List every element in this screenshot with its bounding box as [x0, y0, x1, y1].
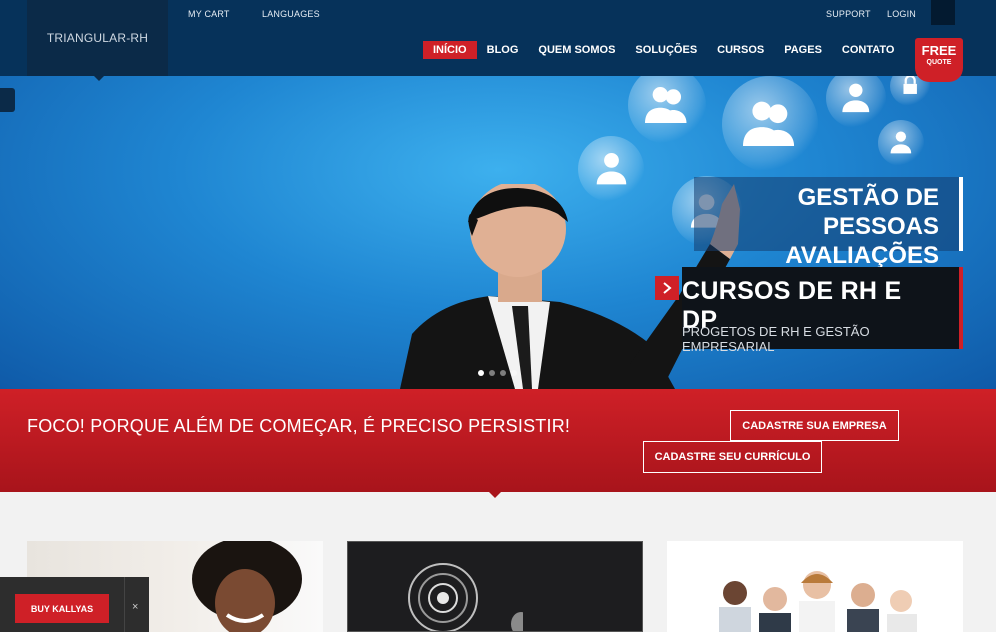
nav-item-solucoes[interactable]: SOLUÇÕES	[625, 41, 707, 59]
user-group-bubble-icon	[628, 76, 706, 144]
user-group-large-bubble-icon	[722, 76, 818, 172]
caption1-line1: GESTÃO DE PESSOAS	[797, 184, 939, 240]
support-link[interactable]: SUPPORT	[826, 9, 871, 19]
nav-item-cursos[interactable]: CURSOS	[707, 41, 774, 59]
slider-dot-3[interactable]	[500, 370, 506, 376]
register-company-button[interactable]: CADASTRE SUA EMPRESA	[730, 410, 899, 441]
hero-caption-gestao: GESTÃO DE PESSOAS AVALIAÇÕES	[694, 177, 963, 269]
slider-dot-4[interactable]	[511, 370, 517, 376]
site-header: TRIANGULAR-RH MY CART LANGUAGES SUPPORT …	[0, 0, 996, 82]
buy-kallyas-button[interactable]: BUY KALLYAS	[15, 594, 109, 623]
team-photo-image	[719, 571, 917, 632]
logo-pointer	[94, 76, 104, 81]
feature-card-2[interactable]	[347, 541, 643, 632]
chevron-right-icon	[663, 282, 672, 294]
user-tiny-bubble-icon	[878, 120, 924, 166]
nav-item-blog[interactable]: BLOG	[477, 41, 529, 59]
free-quote-line2: QUOTE	[926, 59, 952, 66]
caption2-subtitle: PROGETOS DE RH E GESTÃO EMPRESARIAL	[682, 324, 870, 354]
register-resume-button[interactable]: CADASTRE SEU CURRÍCULO	[643, 441, 822, 473]
free-quote-button[interactable]: FREE QUOTE	[915, 38, 963, 82]
free-quote-line1: FREE	[921, 43, 957, 58]
slider-dots	[478, 370, 517, 376]
abstract-rings-image	[408, 563, 523, 631]
main-nav: INÍCIO BLOG QUEM SOMOS SOLUÇÕES CURSOS P…	[423, 41, 904, 59]
user-small-bubble-icon	[826, 76, 886, 128]
logo-text: TRIANGULAR-RH	[46, 31, 149, 45]
my-cart-link[interactable]: MY CART	[188, 9, 230, 19]
cta-text: FOCO! PORQUE ALÉM DE COMEÇAR, É PRECISO …	[27, 416, 571, 436]
slide-link-button[interactable]	[655, 276, 679, 300]
login-link[interactable]: LOGIN	[887, 9, 916, 19]
nav-item-inicio[interactable]: INÍCIO	[423, 41, 477, 59]
feature-card-3[interactable]	[667, 541, 963, 632]
band-pointer	[489, 492, 501, 498]
languages-link[interactable]: LANGUAGES	[262, 9, 320, 19]
nav-item-contato[interactable]: CONTATO	[832, 41, 905, 59]
site-logo[interactable]: TRIANGULAR-RH	[27, 0, 168, 76]
hero-slider: GESTÃO DE PESSOAS AVALIAÇÕES CURSOS DE R…	[0, 76, 996, 389]
slider-dot-2[interactable]	[489, 370, 495, 376]
close-icon[interactable]: ×	[132, 601, 138, 613]
cta-band: FOCO! PORQUE ALÉM DE COMEÇAR, É PRECISO …	[0, 389, 996, 492]
nav-item-quem-somos[interactable]: QUEM SOMOS	[528, 41, 625, 59]
slider-dot-1[interactable]	[478, 370, 484, 376]
side-panel-toggle[interactable]	[0, 88, 15, 112]
hero-caption-cursos: CURSOS DE RH E DP PROGETOS DE RH E GESTÃ…	[682, 267, 963, 354]
caption1-line2: AVALIAÇÕES	[785, 242, 939, 269]
smiling-person-image	[192, 541, 302, 632]
buy-bar-divider	[124, 577, 125, 632]
search-toggle[interactable]	[931, 0, 955, 25]
buy-theme-bar: BUY KALLYAS ×	[0, 577, 149, 632]
nav-item-pages[interactable]: PAGES	[774, 41, 832, 59]
